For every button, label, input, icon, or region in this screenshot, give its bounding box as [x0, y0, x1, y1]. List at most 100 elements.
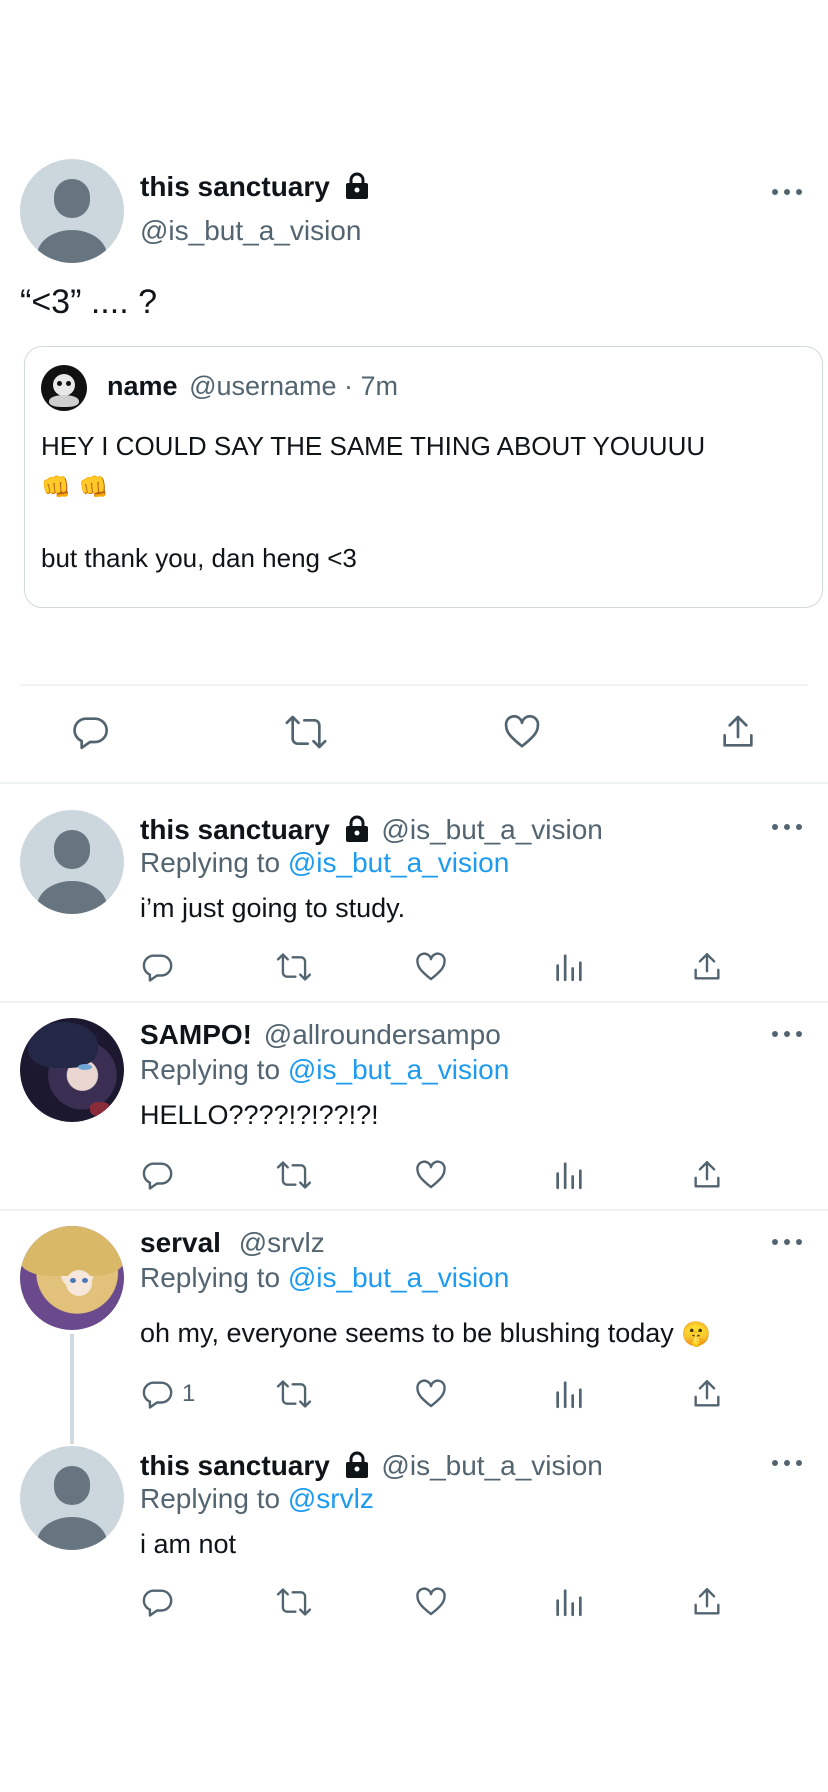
reply-button[interactable]: [140, 1158, 174, 1192]
reply-text: oh my, everyone seems to be blushing tod…: [140, 1318, 674, 1348]
analytics-button[interactable]: [552, 1585, 586, 1619]
quoted-emoji: 👊 👊: [41, 473, 109, 501]
author-handle[interactable]: @allroundersampo: [264, 1019, 501, 1050]
replying-prefix: Replying to: [140, 847, 281, 878]
retweet-icon: [285, 715, 327, 749]
replying-to-link[interactable]: @is_but_a_vision: [288, 1262, 509, 1293]
reply-button[interactable]: [140, 1585, 174, 1619]
author-name[interactable]: this sanctuary: [140, 814, 330, 845]
analytics-icon: [556, 1381, 582, 1409]
reply-header: serval @srvlz: [140, 1226, 325, 1260]
reply-button[interactable]: 1: [140, 1377, 195, 1411]
heart-icon: [416, 1379, 446, 1408]
more-options-icon[interactable]: [772, 1029, 802, 1039]
author-name[interactable]: this sanctuary: [140, 171, 330, 202]
reply-icon: [142, 954, 173, 982]
avatar[interactable]: [20, 159, 124, 263]
thread-line: [70, 1334, 74, 1444]
analytics-button[interactable]: [552, 950, 586, 984]
retweet-button[interactable]: [276, 950, 312, 984]
author-name[interactable]: this sanctuary: [140, 1450, 330, 1481]
share-button[interactable]: [690, 1585, 724, 1619]
avatar[interactable]: [20, 1018, 124, 1122]
reply-text: i’m just going to study.: [140, 893, 406, 923]
retweet-icon: [276, 1380, 312, 1408]
share-icon: [694, 1161, 720, 1188]
quoted-avatar: [41, 365, 87, 411]
reply-icon: [142, 1381, 173, 1409]
replying-prefix: Replying to: [140, 1483, 281, 1514]
analytics-icon: [556, 954, 582, 982]
reply-text-row: oh my, everyone seems to be blushing tod…: [140, 1316, 711, 1351]
analytics-button[interactable]: [552, 1377, 586, 1411]
reply-icon: [142, 1162, 173, 1190]
author-handle[interactable]: @srvlz: [239, 1227, 325, 1258]
heart-icon: [416, 952, 446, 981]
share-icon: [694, 953, 720, 980]
reply-text: i am not: [140, 1529, 237, 1559]
reply-header: SAMPO! @allroundersampo: [140, 1018, 501, 1052]
retweet-button[interactable]: [276, 1158, 312, 1192]
share-icon: [694, 1588, 720, 1615]
reply-header: this sanctuary @is_but_a_vision: [140, 1449, 603, 1483]
avatar[interactable]: [20, 810, 124, 914]
more-options-icon[interactable]: [772, 822, 802, 832]
replying-to-link[interactable]: @is_but_a_vision: [288, 1054, 509, 1085]
reply-header: this sanctuary @is_but_a_vision: [140, 813, 603, 847]
quoted-header: name @username · 7m: [107, 369, 398, 403]
heart-icon: [416, 1160, 446, 1189]
like-button[interactable]: [414, 1585, 448, 1619]
divider: [0, 1001, 828, 1003]
author-handle[interactable]: @is_but_a_vision: [381, 1450, 602, 1481]
reply-count: 1: [182, 1380, 196, 1407]
replying-to: Replying to @is_but_a_vision: [140, 846, 509, 880]
tweet-text: “<3” .... ?: [20, 283, 157, 321]
like-button[interactable]: [502, 712, 542, 752]
more-options-icon[interactable]: [772, 1458, 802, 1468]
share-button[interactable]: [690, 1158, 724, 1192]
replying-to: Replying to @is_but_a_vision: [140, 1261, 509, 1295]
lock-icon: [345, 815, 368, 842]
divider: [20, 684, 808, 686]
reply-button[interactable]: [140, 950, 174, 984]
replying-to: Replying to @srvlz: [140, 1482, 374, 1516]
reply-icon: [73, 717, 108, 750]
author-handle[interactable]: @is_but_a_vision: [381, 814, 602, 845]
share-button[interactable]: [718, 712, 758, 752]
replying-prefix: Replying to: [140, 1054, 281, 1085]
quoted-text-line2: but thank you, dan heng <3: [41, 543, 357, 573]
share-button[interactable]: [690, 1377, 724, 1411]
replying-prefix: Replying to: [140, 1262, 281, 1293]
more-options-icon[interactable]: [772, 1237, 802, 1247]
share-icon: [694, 1380, 720, 1407]
retweet-button[interactable]: [276, 1377, 312, 1411]
quoted-author-name: name: [107, 371, 178, 401]
author-handle[interactable]: @is_but_a_vision: [140, 214, 361, 248]
analytics-button[interactable]: [552, 1158, 586, 1192]
author-name[interactable]: serval: [140, 1227, 221, 1258]
quoted-tweet[interactable]: name @username · 7m HEY I COULD SAY THE …: [24, 346, 823, 608]
heart-icon: [504, 714, 540, 748]
replying-to-link[interactable]: @srvlz: [288, 1483, 374, 1514]
share-button[interactable]: [690, 950, 724, 984]
lock-icon: [345, 1451, 368, 1478]
retweet-button[interactable]: [276, 1585, 312, 1619]
author-name[interactable]: SAMPO!: [140, 1019, 252, 1050]
like-button[interactable]: [414, 1158, 448, 1192]
more-options-icon[interactable]: [772, 187, 802, 197]
reply-button[interactable]: [70, 712, 110, 752]
analytics-icon: [556, 1162, 582, 1190]
lock-icon: [345, 172, 368, 199]
quoted-handle-time: @username · 7m: [189, 371, 399, 401]
like-button[interactable]: [414, 950, 448, 984]
divider: [0, 782, 828, 784]
retweet-icon: [276, 1588, 312, 1616]
like-button[interactable]: [414, 1377, 448, 1411]
avatar[interactable]: [20, 1226, 124, 1330]
divider: [0, 1209, 828, 1211]
retweet-button[interactable]: [284, 712, 328, 752]
reply-text: HELLO????!?!??!?!: [140, 1100, 379, 1130]
replying-to-link[interactable]: @is_but_a_vision: [288, 847, 509, 878]
retweet-icon: [276, 953, 312, 981]
avatar[interactable]: [20, 1446, 124, 1550]
